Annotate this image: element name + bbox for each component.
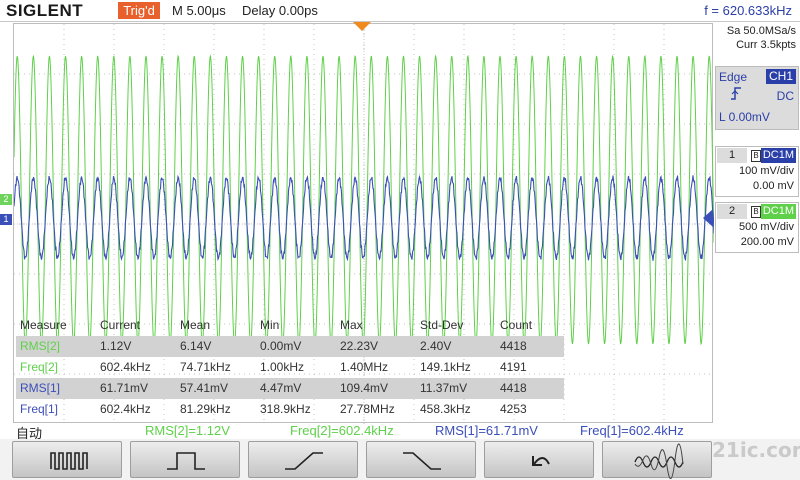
- column-header: Count: [500, 318, 533, 332]
- status-freq1: Freq[1]=602.4kHz: [580, 423, 684, 438]
- bandwidth-limit-icon: B: [751, 150, 761, 162]
- trigger-type: Edge: [719, 70, 748, 84]
- table-cell: 4253: [500, 402, 527, 416]
- vertical-scale: 100 mV/div: [738, 165, 794, 177]
- trigger-settings-panel[interactable]: Edge CH1 DC L 0.00mV: [715, 66, 799, 130]
- vertical-offset: 200.00 mV: [740, 236, 794, 248]
- ch2-offset-marker[interactable]: 2: [0, 194, 12, 205]
- rise-time-button[interactable]: [248, 441, 358, 478]
- table-cell: 602.4kHz: [100, 402, 151, 416]
- sample-rate: Sa 50.0MSa/s: [726, 25, 796, 37]
- table-header-row: Measure Current Mean Min Max Std-Dev Cou…: [16, 315, 564, 336]
- channel-number: 2: [717, 204, 747, 219]
- fall-time-button[interactable]: [366, 441, 476, 478]
- table-row: Freq[1] 602.4kHz 81.29kHz 318.9kHz 27.78…: [16, 399, 564, 420]
- table-cell: 1.12V: [100, 339, 132, 353]
- falling-edge-icon: [403, 452, 441, 470]
- pulse-train-button[interactable]: [12, 441, 122, 478]
- table-cell: 1.40MHz: [340, 360, 389, 374]
- measure-name: Freq[2]: [20, 360, 59, 374]
- trigger-status-badge[interactable]: Trig'd: [118, 2, 160, 19]
- bandwidth-limit-icon: B: [751, 206, 761, 218]
- table-cell: 22.23V: [340, 339, 379, 353]
- channel-2-panel[interactable]: 2 B DC1M 500 mV/div 200.00 mV: [715, 202, 799, 253]
- table-cell: 57.41mV: [180, 381, 229, 395]
- rising-edge-icon: [730, 87, 742, 103]
- trigger-position-marker[interactable]: [353, 22, 371, 31]
- all-measure-icon: [634, 443, 684, 479]
- table-cell: 318.9kHz: [260, 402, 311, 416]
- undo-icon: [532, 456, 550, 466]
- measurement-status-bar: 自动 RMS[2]=1.12V Freq[2]=602.4kHz RMS[1]=…: [0, 423, 800, 441]
- table-row: RMS[1] 61.71mV 57.41mV 4.47mV 109.4mV 11…: [16, 378, 564, 399]
- table-cell: 4.47mV: [260, 381, 302, 395]
- table-cell: 27.78MHz: [340, 402, 395, 416]
- frequency-counter: f = 620.633kHz: [704, 3, 792, 18]
- pulse-button[interactable]: [130, 441, 240, 478]
- table-cell: 0.00mV: [260, 339, 302, 353]
- measurement-table: Measure Current Mean Min Max Std-Dev Cou…: [16, 315, 564, 420]
- all-measure-button[interactable]: [602, 441, 712, 479]
- column-header: Measure: [20, 318, 67, 332]
- channel-coupling: DC1M: [760, 148, 796, 163]
- trigger-source: CH1: [765, 69, 796, 84]
- status-rms2: RMS[2]=1.12V: [145, 423, 230, 438]
- table-cell: 458.3kHz: [420, 402, 471, 416]
- top-status-bar: SIGLENT Trig'd M 5.00μs Delay 0.00ps f =…: [0, 0, 800, 22]
- column-header: Mean: [180, 318, 211, 332]
- table-cell: 4191: [500, 360, 527, 374]
- status-rms1: RMS[1]=61.71mV: [435, 423, 538, 438]
- table-cell: 109.4mV: [340, 381, 389, 395]
- pulse-train-icon: [50, 452, 88, 470]
- rising-edge-icon: [285, 452, 323, 470]
- pulse-icon: [167, 452, 205, 470]
- memory-depth: Curr 3.5kpts: [736, 39, 796, 51]
- table-cell: 2.40V: [420, 339, 452, 353]
- column-header: Max: [340, 318, 363, 332]
- table-cell: 602.4kHz: [100, 360, 151, 374]
- table-cell: 74.71kHz: [180, 360, 231, 374]
- measure-name: Freq[1]: [20, 402, 59, 416]
- timebase-readout[interactable]: M 5.00μs: [172, 3, 226, 18]
- undo-button[interactable]: [484, 441, 594, 478]
- table-cell: 4418: [500, 339, 527, 353]
- channel-number: 1: [717, 148, 747, 163]
- trigger-coupling: DC: [776, 89, 794, 103]
- column-header: Min: [260, 318, 280, 332]
- column-header: Std-Dev: [420, 318, 464, 332]
- measure-name: RMS[2]: [20, 339, 61, 353]
- vertical-offset: 0.00 mV: [753, 180, 794, 192]
- table-row: Freq[2] 602.4kHz 74.71kHz 1.00kHz 1.40MH…: [16, 357, 564, 378]
- channel-1-panel[interactable]: 1 B DC1M 100 mV/div 0.00 mV: [715, 146, 799, 197]
- softkey-bar: [0, 439, 800, 480]
- column-header: Current: [100, 318, 141, 332]
- table-cell: 11.37mV: [420, 381, 468, 395]
- ch1-offset-marker[interactable]: 1: [0, 214, 12, 225]
- table-cell: 6.14V: [180, 339, 212, 353]
- table-cell: 1.00kHz: [260, 360, 305, 374]
- table-cell: 149.1kHz: [420, 360, 471, 374]
- table-cell: 61.71mV: [100, 381, 149, 395]
- delay-readout[interactable]: Delay 0.00ps: [242, 3, 318, 18]
- measure-name: RMS[1]: [20, 381, 61, 395]
- vertical-scale: 500 mV/div: [738, 221, 794, 233]
- trigger-level: L 0.00mV: [719, 110, 770, 124]
- trigger-level-marker[interactable]: [703, 209, 713, 227]
- table-cell: 4418: [500, 381, 527, 395]
- table-cell: 81.29kHz: [180, 402, 231, 416]
- channel-coupling: DC1M: [760, 204, 796, 219]
- brand-logo: SIGLENT: [6, 1, 84, 20]
- acquisition-info[interactable]: Sa 50.0MSa/s Curr 3.5kpts: [716, 24, 796, 52]
- watermark-logo: 21ic.com: [712, 438, 800, 462]
- status-freq2: Freq[2]=602.4kHz: [290, 423, 394, 438]
- table-row: RMS[2] 1.12V 6.14V 0.00mV 22.23V 2.40V 4…: [16, 336, 564, 357]
